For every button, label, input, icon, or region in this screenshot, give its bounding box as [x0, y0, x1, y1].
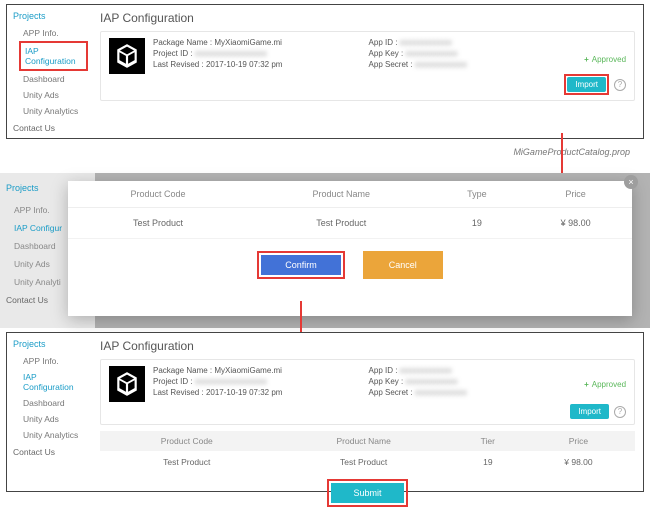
th2-tier: Tier — [454, 431, 522, 451]
last-revised-value: 2017-10-19 07:32 pm — [206, 60, 283, 69]
th-name: Product Name — [248, 181, 435, 208]
app-id-value: xxxxxxxxxxxxx — [400, 38, 452, 47]
project-id-label: Project ID : — [153, 49, 193, 58]
status-badge-2: Approved — [584, 366, 626, 402]
confirm-modal: × Product Code Product Name Type Price T… — [68, 181, 632, 316]
nav2-ads[interactable]: Unity Ads — [19, 411, 88, 427]
import-button[interactable]: Import — [567, 77, 606, 92]
td-price: ¥ 98.00 — [519, 208, 632, 239]
app-card: Package Name : MyXiaomiGame.mi Project I… — [100, 31, 635, 101]
unity-logo-icon-2 — [109, 366, 145, 402]
nav2-app-info[interactable]: APP Info. — [19, 353, 88, 369]
confirm-button[interactable]: Confirm — [261, 255, 341, 275]
contact-us[interactable]: Contact Us — [13, 123, 88, 133]
page-title-2: IAP Configuration — [100, 339, 635, 353]
cancel-button[interactable]: Cancel — [363, 251, 443, 279]
app-key-value: xxxxxxxxxxxxx — [405, 49, 457, 58]
table-row: Test Product Test Product 19 ¥ 98.00 — [68, 208, 632, 239]
appsec-value-2: xxxxxxxxxxxxx — [415, 388, 467, 397]
main-top: IAP Configuration Package Name : MyXiaom… — [92, 5, 643, 138]
app-secret-label: App Secret : — [369, 60, 413, 69]
th2-code: Product Code — [100, 431, 274, 451]
sidebar-nav: APP Info. IAP Configuration Dashboard Un… — [13, 25, 88, 119]
proj-value-2: xxxxxxxxxxxxxxxxxx — [195, 377, 267, 386]
last-revised-label: Last Revised : — [153, 60, 204, 69]
app-key-label: App Key : — [369, 49, 404, 58]
nav-dashboard[interactable]: Dashboard — [19, 71, 88, 87]
th-code: Product Code — [68, 181, 248, 208]
nav2-dash[interactable]: Dashboard — [19, 395, 88, 411]
nav-app-info[interactable]: APP Info. — [19, 25, 88, 41]
contact-us-2[interactable]: Contact Us — [13, 447, 88, 457]
submit-button[interactable]: Submit — [331, 483, 403, 503]
td2-name: Test Product — [274, 451, 454, 473]
import-button-2[interactable]: Import — [570, 404, 609, 419]
pkg-value-2: MyXiaomiGame.mi — [214, 366, 282, 375]
td-name: Test Product — [248, 208, 435, 239]
th2-name: Product Name — [274, 431, 454, 451]
sidebar: Projects APP Info. IAP Configuration Das… — [7, 5, 92, 138]
pkg-name-label: Package Name : — [153, 38, 212, 47]
th-type: Type — [435, 181, 520, 208]
pkg-label-2: Package Name : — [153, 366, 212, 375]
appid-label-2: App ID : — [369, 366, 398, 375]
projects-link[interactable]: Projects — [13, 11, 88, 21]
product-table: Product Code Product Name Tier Price Tes… — [100, 431, 635, 473]
main-bottom: IAP Configuration Package Name : MyXiaom… — [92, 333, 643, 491]
th2-price: Price — [522, 431, 635, 451]
rev-value-2: 2017-10-19 07:32 pm — [206, 388, 283, 397]
unity-logo-icon — [109, 38, 145, 74]
nav2-analytics[interactable]: Unity Analytics — [19, 427, 88, 443]
sidebar-bottom: Projects APP Info. IAP Configuration Das… — [7, 333, 92, 491]
td-type: 19 — [435, 208, 520, 239]
help-icon-2[interactable]: ? — [614, 406, 626, 418]
th-price: Price — [519, 181, 632, 208]
close-icon[interactable]: × — [624, 175, 638, 189]
page-title: IAP Configuration — [100, 11, 635, 25]
rev-label-2: Last Revised : — [153, 388, 204, 397]
table-row-2: Test Product Test Product 19 ¥ 98.00 — [100, 451, 635, 473]
appid-value-2: xxxxxxxxxxxxx — [400, 366, 452, 375]
annotation-label: MiGameProductCatalog.prop — [513, 147, 630, 157]
pkg-name-value: MyXiaomiGame.mi — [214, 38, 282, 47]
project-id-value: xxxxxxxxxxxxxxxxxx — [195, 49, 267, 58]
appkey-value-2: xxxxxxxxxxxxx — [405, 377, 457, 386]
nav2-iap[interactable]: IAP Configuration — [19, 369, 88, 395]
app-card-2: Package Name : MyXiaomiGame.mi Project I… — [100, 359, 635, 425]
nav-iap-config[interactable]: IAP Configuration — [19, 41, 88, 71]
td2-tier: 19 — [454, 451, 522, 473]
app-secret-value: xxxxxxxxxxxxx — [415, 60, 467, 69]
app-id-label: App ID : — [369, 38, 398, 47]
help-icon[interactable]: ? — [614, 79, 626, 91]
nav-unity-analytics[interactable]: Unity Analytics — [19, 103, 88, 119]
td-code: Test Product — [68, 208, 248, 239]
appsec-label-2: App Secret : — [369, 388, 413, 397]
proj-label-2: Project ID : — [153, 377, 193, 386]
td2-price: ¥ 98.00 — [522, 451, 635, 473]
td2-code: Test Product — [100, 451, 274, 473]
appkey-label-2: App Key : — [369, 377, 404, 386]
nav-unity-ads[interactable]: Unity Ads — [19, 87, 88, 103]
projects-link-2[interactable]: Projects — [13, 339, 88, 349]
